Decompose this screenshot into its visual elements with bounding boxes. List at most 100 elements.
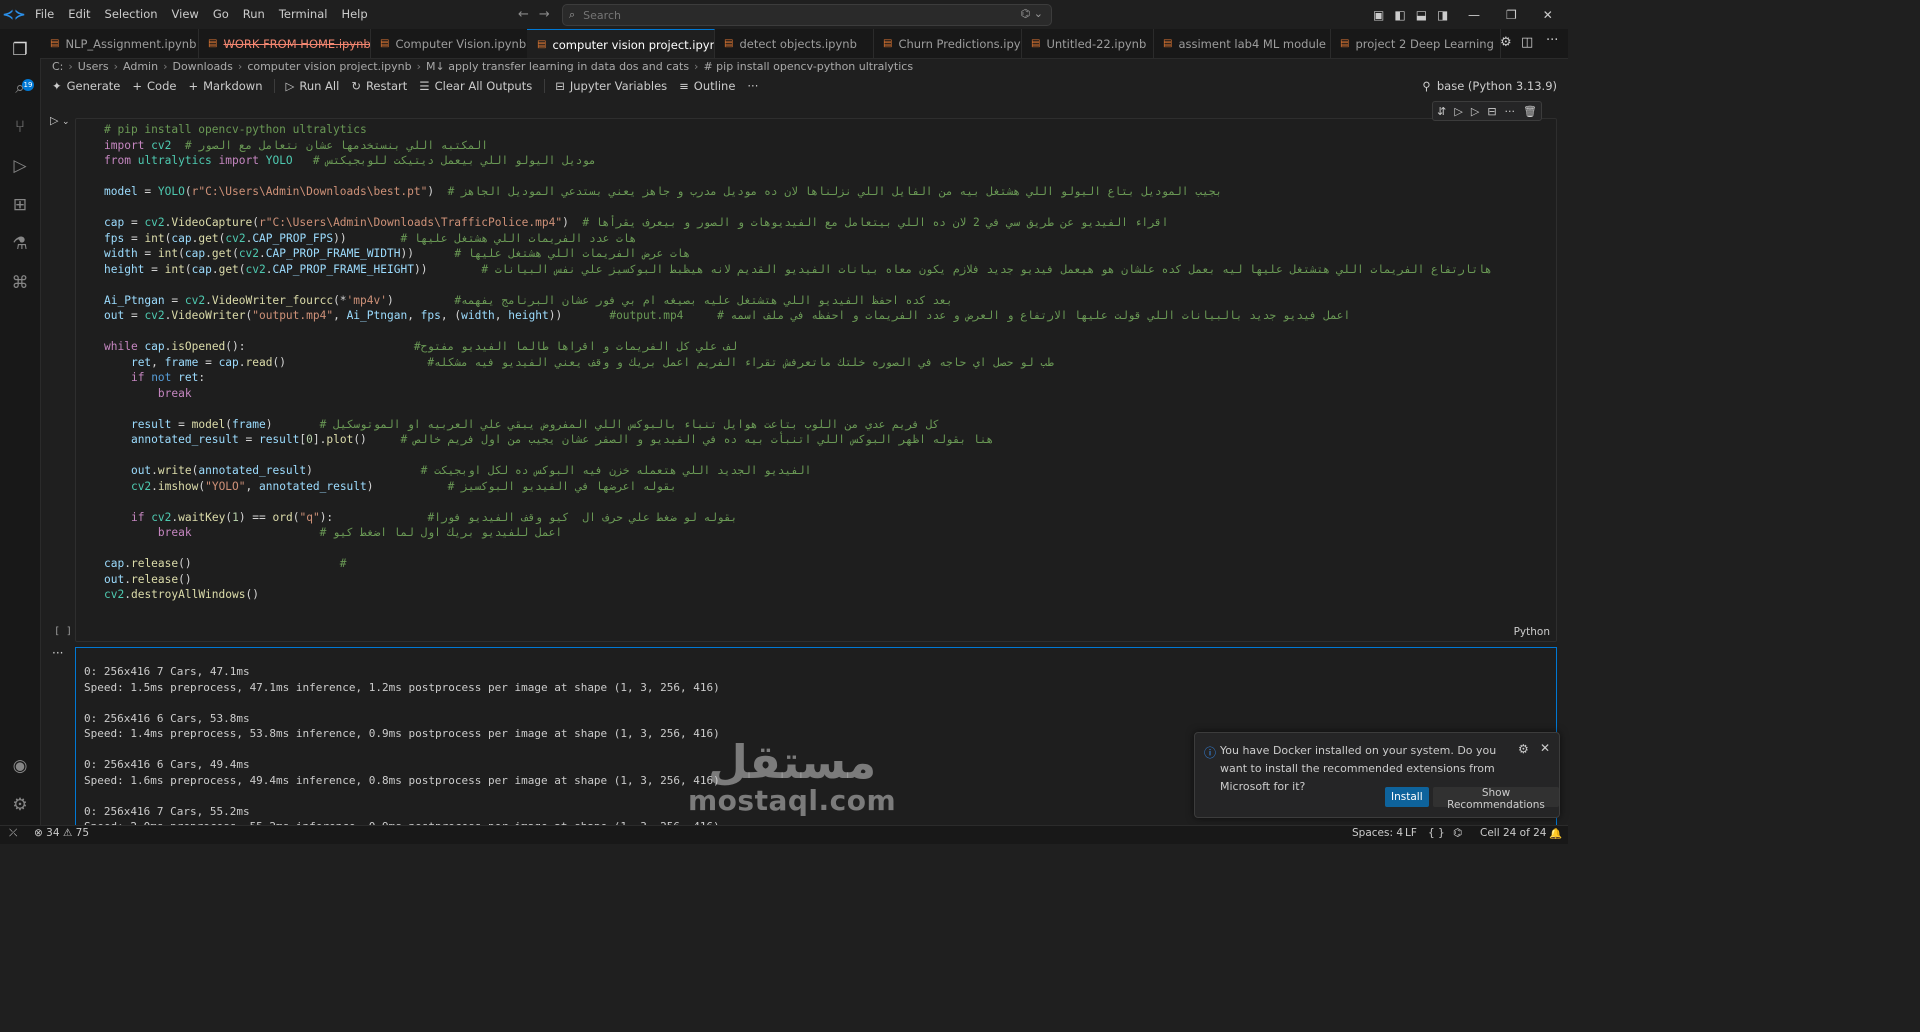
language-status[interactable]: { }: [1428, 827, 1445, 839]
restore-icon[interactable]: ❐: [1506, 8, 1517, 22]
code-line: out = cv2.VideoWriter("output.mp4", Ai_P…: [104, 308, 1492, 324]
more-actions-icon[interactable]: ···: [1546, 33, 1558, 48]
breadcrumb-item[interactable]: Downloads: [172, 60, 232, 73]
run-all-button[interactable]: ▷ Run All: [274, 79, 339, 93]
menu-run[interactable]: Run: [236, 0, 272, 29]
run-below-icon[interactable]: ▷: [1471, 105, 1479, 118]
notifications-bell-icon[interactable]: 🔔: [1549, 827, 1562, 840]
layout-icon[interactable]: ▣: [1373, 8, 1384, 22]
tab-4[interactable]: ▤computer vision project.ipynb✕: [527, 29, 715, 58]
window-controls: — ❐ ✕: [1468, 0, 1553, 29]
settings-gear-icon[interactable]: ⚙: [7, 792, 33, 818]
menu-file[interactable]: File: [28, 0, 61, 29]
tab-6[interactable]: ▤ Churn Predictions.ipynb: [873, 29, 1022, 58]
run-cell-button[interactable]: ▷ ⌄: [50, 114, 70, 127]
menu-selection[interactable]: Selection: [98, 0, 165, 29]
show-recommendations-button[interactable]: Show Recommendations: [1433, 787, 1559, 811]
menu-edit[interactable]: Edit: [61, 0, 97, 29]
remote-icon[interactable]: ⤫: [9, 827, 17, 840]
add-code-button[interactable]: + Code: [132, 79, 176, 93]
testing-icon[interactable]: ⚗: [7, 231, 33, 257]
forward-arrow-icon[interactable]: →: [539, 7, 550, 22]
breadcrumb-separator-icon: ›: [237, 60, 243, 73]
output-line: Speed: 1.6ms preprocess, 49.4ms inferenc…: [84, 773, 720, 787]
back-arrow-icon[interactable]: ←: [518, 7, 529, 22]
cell-position-status[interactable]: Cell 24 of 24: [1480, 827, 1546, 839]
search-icon: ⌕: [569, 8, 576, 21]
tab-5[interactable]: ▤ detect objects.ipynb: [714, 29, 874, 58]
run-debug-icon[interactable]: ▷: [7, 153, 33, 179]
clear-outputs-button[interactable]: ☰ Clear All Outputs: [419, 79, 532, 93]
split-editor-icon[interactable]: ◫: [1521, 35, 1533, 50]
execute-above-icon[interactable]: ⇵: [1437, 105, 1446, 118]
toggle-secondary-sidebar-icon[interactable]: ◨: [1437, 8, 1448, 22]
minimize-icon[interactable]: —: [1468, 8, 1480, 22]
search-view-icon[interactable]: ⌕: [7, 75, 33, 101]
code-token: # بقوله اعرضها في الفيديو البوكسيز: [447, 479, 677, 493]
eol-status[interactable]: LF: [1405, 827, 1417, 839]
copilot-status-icon[interactable]: ⌬: [1453, 827, 1462, 839]
tab-7[interactable]: ▤Untitled-22.ipynb●: [1021, 29, 1154, 58]
generate-button[interactable]: ✦ Generate: [52, 79, 120, 93]
toolbar-more-button[interactable]: ···: [747, 79, 758, 93]
breadcrumb-item[interactable]: # pip install opencv-python ultralytics: [703, 60, 913, 73]
copilot-icon[interactable]: ⌬ ⌄: [1021, 7, 1043, 20]
code-token: # هنا بقوله اظهر البوكس اللي اتنبأت بيه …: [400, 433, 994, 446]
source-control-icon[interactable]: ⑂: [7, 114, 33, 140]
delete-cell-icon[interactable]: 🗑: [1523, 105, 1537, 118]
tab-8[interactable]: ▤assiment lab4 ML module 6.ipynb●: [1153, 29, 1331, 58]
notification-settings-icon[interactable]: ⚙: [1518, 742, 1529, 756]
breadcrumb-item[interactable]: M↓ apply transfer learning in data dos a…: [426, 60, 689, 73]
menu-help[interactable]: Help: [334, 0, 374, 29]
tab-9[interactable]: ▤ project 2 Deep Learning: [1330, 29, 1501, 58]
code-line: annotated_result = result[0].plot() # هن…: [104, 432, 1492, 448]
kernel-picker[interactable]: ⚲ base (Python 3.13.9): [1422, 79, 1557, 93]
explorer-icon[interactable]: ❐: [7, 37, 33, 63]
tab-1[interactable]: ▤ NLP_Assignment.ipynb: [40, 29, 199, 58]
jupyter-variables-button[interactable]: ⊟ Jupyter Variables: [544, 79, 667, 93]
breadcrumb-item[interactable]: Users: [78, 60, 109, 73]
tab-3[interactable]: ▤ Computer Vision.ipynb: [370, 29, 528, 58]
outline-button[interactable]: ≡ Outline: [679, 79, 735, 93]
extensions-icon[interactable]: ⊞: [7, 192, 33, 218]
output-line: 0: 256x416 7 Cars, 55.2ms: [84, 804, 250, 818]
restart-button[interactable]: ↻ Restart: [351, 79, 407, 93]
tab-settings-gear-icon[interactable]: ⚙: [1500, 35, 1512, 50]
breadcrumb-item[interactable]: C:: [52, 60, 63, 73]
menu-go[interactable]: Go: [206, 0, 236, 29]
menu-view[interactable]: View: [165, 0, 206, 29]
tab-2[interactable]: ▤ WORK FROM HOME.ipynb: [198, 29, 371, 58]
execute-cell-below-icon[interactable]: ▷: [1454, 105, 1462, 118]
close-window-icon[interactable]: ✕: [1543, 8, 1553, 22]
code-token: ultralytics: [137, 154, 212, 167]
install-button[interactable]: Install: [1385, 787, 1429, 807]
notification-close-icon[interactable]: ✕: [1540, 741, 1550, 755]
code-line: out.release(): [104, 572, 1492, 588]
python-icon[interactable]: ⌘: [7, 270, 33, 296]
account-icon[interactable]: ◉: [7, 753, 33, 779]
search-input[interactable]: [581, 7, 986, 23]
watermark-arabic: مستقل: [707, 735, 877, 789]
toggle-panel-icon[interactable]: ⬓: [1416, 8, 1427, 22]
indentation-status[interactable]: Spaces: 4: [1352, 827, 1403, 839]
add-markdown-button[interactable]: + Markdown: [188, 79, 262, 93]
code-token: (): [272, 355, 428, 369]
menu-terminal[interactable]: Terminal: [272, 0, 335, 29]
code-token: model: [104, 185, 138, 198]
toggle-sidebar-icon[interactable]: ◧: [1394, 8, 1405, 22]
breadcrumb-item[interactable]: computer vision project.ipynb: [247, 60, 411, 73]
code-token: .: [265, 262, 273, 276]
split-cell-icon[interactable]: ⊟: [1487, 105, 1496, 118]
cell-language[interactable]: Python: [1514, 626, 1550, 638]
cell-more-icon[interactable]: ···: [1505, 105, 1516, 118]
command-center-search[interactable]: ⌕ ⌬ ⌄: [562, 4, 1052, 26]
breadcrumb-item[interactable]: Admin: [123, 60, 158, 73]
problems-indicator[interactable]: ⊗ 34 ⚠ 75: [34, 827, 89, 839]
code-token: ):: [319, 510, 428, 524]
code-editor[interactable]: # pip install opencv-python ultralytics i…: [104, 122, 1492, 603]
output-actions-icon[interactable]: ···: [52, 646, 63, 660]
code-token: import: [218, 154, 259, 167]
